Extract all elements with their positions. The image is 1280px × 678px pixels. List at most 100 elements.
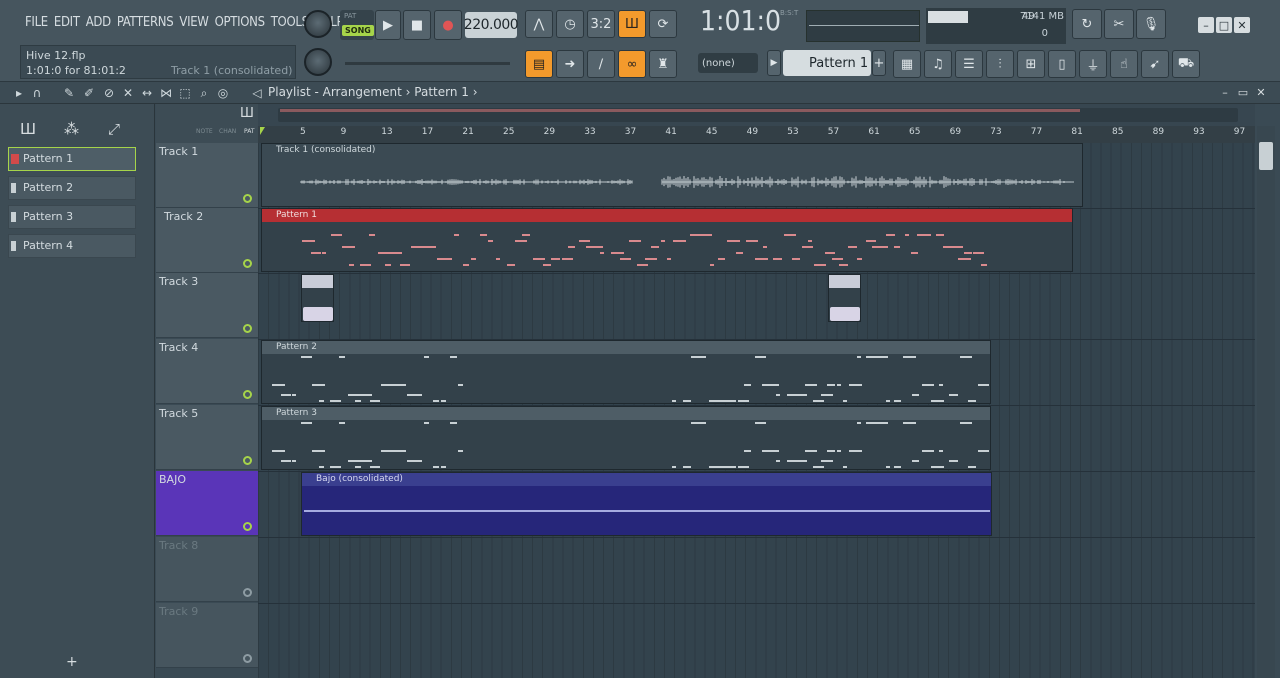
automation-icon[interactable]: ⤢ — [108, 120, 120, 138]
note-block — [426, 246, 436, 248]
metronome-button[interactable]: ⋀ — [525, 10, 553, 38]
track-name: Track 1 — [159, 145, 199, 158]
playlist-minimize-button[interactable]: – — [1218, 85, 1232, 99]
help-button[interactable]: ➹ — [1141, 50, 1169, 78]
loop-record-button[interactable]: ⟳ — [649, 10, 677, 38]
audio-wave-icon[interactable]: ⁂ — [64, 120, 79, 138]
track-header-8[interactable]: Track 8 — [156, 537, 258, 602]
mixer-button[interactable]: ⫶ — [986, 50, 1014, 78]
clip-pattern-2[interactable]: Pattern 2 — [261, 340, 991, 404]
clip-track-1[interactable]: Track 1 (consolidated) — [261, 143, 1083, 207]
track-header-2[interactable]: Track 2 — [156, 208, 258, 273]
pattern-list-item[interactable]: Pattern 1 — [8, 147, 136, 171]
menu-add[interactable]: ADD — [83, 10, 114, 38]
clip-track-3b[interactable] — [828, 274, 861, 322]
playlist-close-button[interactable]: ✕ — [1254, 85, 1268, 99]
menu-edit[interactable]: EDIT — [51, 10, 83, 38]
pencil-icon[interactable]: ✎ — [62, 86, 76, 100]
countdown-button[interactable]: 3:2 — [587, 10, 615, 38]
clip-pattern-1[interactable]: Pattern 1 — [261, 208, 1073, 272]
scroll-thumb[interactable] — [1259, 142, 1273, 170]
step-edit-button[interactable]: ➜ — [556, 50, 584, 78]
audio-record-button[interactable]: 🎙 — [1136, 9, 1166, 39]
snap-selector[interactable]: (none) — [698, 53, 758, 73]
select-icon[interactable]: ⬚ — [178, 86, 192, 100]
piano-icon[interactable]: Ш — [240, 106, 254, 121]
pattern-list-item[interactable]: Pattern 2 — [8, 176, 136, 200]
maximize-button[interactable]: □ — [1216, 17, 1232, 33]
vertical-scrollbar[interactable] — [1257, 126, 1275, 678]
track-header-bajo[interactable]: BAJO — [156, 471, 258, 536]
menu-file[interactable]: FILE — [22, 10, 51, 38]
clip-track-3a[interactable] — [301, 274, 334, 322]
speaker-icon[interactable]: ◁ — [250, 86, 264, 100]
link-button[interactable]: ∞ — [618, 50, 646, 78]
typing-keyboard-button[interactable]: ▤ — [525, 50, 553, 78]
browser-button[interactable]: ⊞ — [1017, 50, 1045, 78]
playlist-button[interactable]: ▦ — [893, 50, 921, 78]
minimize-button[interactable]: – — [1198, 17, 1214, 33]
mute-led-icon[interactable] — [243, 588, 252, 597]
mute-icon[interactable]: ✕ — [121, 86, 135, 100]
multilink-button[interactable]: ♜ — [649, 50, 677, 78]
piano-icon[interactable]: Ш — [20, 120, 36, 138]
playhead-marker[interactable] — [260, 127, 265, 135]
options-arrow-icon[interactable]: ▸ — [12, 86, 26, 100]
playlist-maximize-button[interactable]: ▭ — [1236, 85, 1250, 99]
close-button[interactable]: ✕ — [1234, 17, 1250, 33]
shop-button[interactable]: ⛟ — [1172, 50, 1200, 78]
mute-led-icon[interactable] — [243, 324, 252, 333]
wait-input-button[interactable]: ◷ — [556, 10, 584, 38]
mute-led-icon[interactable] — [243, 390, 252, 399]
menu-view[interactable]: VIEW — [176, 10, 211, 38]
track-header-4[interactable]: Track 4 — [156, 339, 258, 404]
note-block — [301, 422, 312, 424]
pattern-list-item[interactable]: Pattern 3 — [8, 205, 136, 229]
slide-button[interactable]: ∕ — [587, 50, 615, 78]
slice-icon[interactable]: ⋈ — [159, 86, 173, 100]
mute-led-icon[interactable] — [243, 456, 252, 465]
slip-icon[interactable]: ↔ — [140, 86, 154, 100]
add-icon[interactable]: + — [66, 654, 78, 670]
delete-icon[interactable]: ⊘ — [102, 86, 116, 100]
horizontal-scrollbar[interactable] — [258, 104, 1255, 126]
mute-led-icon[interactable] — [243, 259, 252, 268]
project-notes-button[interactable]: ▯ — [1048, 50, 1076, 78]
zoom-icon[interactable]: ⌕ — [197, 86, 211, 100]
menu-patterns[interactable]: PATTERNS — [114, 10, 177, 38]
countdown-icon: 3:2 — [590, 16, 612, 32]
touch-controller-button[interactable]: ☝ — [1110, 50, 1138, 78]
master-pitch-slider[interactable] — [345, 62, 510, 65]
brush-icon[interactable]: ✐ — [82, 86, 96, 100]
blend-notes-button[interactable]: Ш — [618, 10, 646, 38]
magnet-icon[interactable]: ∩ — [30, 86, 44, 100]
channel-rack-button[interactable]: ☰ — [955, 50, 983, 78]
add-pattern-button[interactable]: + — [872, 50, 886, 76]
track-header-3[interactable]: Track 3 — [156, 273, 258, 338]
timeline-ruler[interactable]: 5 9 13 17 21 25 29 33 37 41 45 49 53 57 61 65 69 73 77 81 85… — [258, 126, 1255, 143]
track-header-9[interactable]: Track 9 — [156, 603, 258, 668]
clip-bajo[interactable]: Bajo (consolidated) — [301, 472, 992, 536]
note-block — [866, 422, 878, 424]
play-button[interactable]: ▶ — [375, 10, 401, 40]
undo-button[interactable]: ↻ — [1072, 9, 1102, 39]
mute-led-icon[interactable] — [243, 522, 252, 531]
master-volume-knob[interactable] — [304, 10, 332, 38]
pattern-selector[interactable]: Pattern 1 — [783, 50, 871, 76]
piano-roll-button[interactable]: ♫ — [924, 50, 952, 78]
tempo-display[interactable]: 220.000 — [464, 12, 519, 38]
track-header-1[interactable]: Track 1 — [156, 143, 258, 208]
pattern-list-item[interactable]: Pattern 4 — [8, 234, 136, 258]
playback-icon[interactable]: ◎ — [216, 86, 230, 100]
menu-options[interactable]: OPTIONS — [212, 10, 268, 38]
master-pitch-knob[interactable] — [304, 48, 332, 76]
record-button[interactable]: ● — [434, 10, 462, 40]
mute-led-icon[interactable] — [243, 194, 252, 203]
pattern-prev-button[interactable]: ▶ — [767, 50, 781, 76]
stop-button[interactable]: ■ — [403, 10, 431, 40]
mute-led-icon[interactable] — [243, 654, 252, 663]
track-header-5[interactable]: Track 5 — [156, 405, 258, 470]
plugin-picker-button[interactable]: ⏚ — [1079, 50, 1107, 78]
cut-button[interactable]: ✂ — [1104, 9, 1134, 39]
clip-pattern-3[interactable]: Pattern 3 — [261, 406, 991, 470]
